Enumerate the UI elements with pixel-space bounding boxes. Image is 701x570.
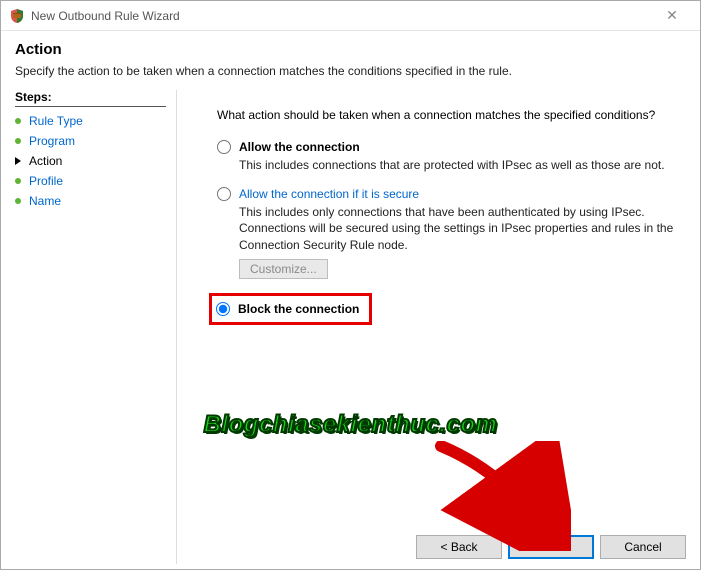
step-program[interactable]: Program [15, 131, 166, 151]
step-label: Rule Type [29, 114, 83, 128]
close-icon[interactable]: ✕ [652, 7, 692, 24]
customize-button: Customize... [239, 259, 328, 279]
back-button[interactable]: < Back [416, 535, 502, 559]
radio-allow[interactable] [217, 140, 231, 154]
step-action[interactable]: Action [15, 151, 166, 171]
option-allow-secure: Allow the connection if it is secure Thi… [217, 187, 680, 279]
option-block-label: Block the connection [238, 302, 359, 316]
wizard-footer: < Back Next > Cancel [416, 535, 686, 559]
highlight-box: Block the connection [209, 293, 372, 325]
main-panel: What action should be taken when a conne… [177, 90, 700, 564]
cancel-button[interactable]: Cancel [600, 535, 686, 559]
steps-sidebar: Steps: Rule Type Program Action Profile … [1, 90, 176, 564]
radio-allow-secure[interactable] [217, 187, 231, 201]
wizard-header: Action Specify the action to be taken wh… [1, 31, 700, 90]
steps-heading: Steps: [15, 90, 166, 107]
step-profile[interactable]: Profile [15, 171, 166, 191]
option-allow-desc: This includes connections that are prote… [239, 157, 680, 173]
step-label: Action [29, 154, 62, 168]
step-label: Profile [29, 174, 63, 188]
step-label: Name [29, 194, 61, 208]
option-block: Block the connection [217, 293, 680, 325]
page-subtitle: Specify the action to be taken when a co… [15, 64, 686, 78]
firewall-shield-icon [9, 8, 25, 24]
radio-block[interactable] [216, 302, 230, 316]
option-allow-secure-row[interactable]: Allow the connection if it is secure [217, 187, 680, 201]
option-allow-secure-desc: This includes only connections that have… [239, 204, 680, 253]
option-block-row[interactable]: Block the connection [216, 302, 359, 316]
option-allow-row[interactable]: Allow the connection [217, 140, 680, 154]
step-label: Program [29, 134, 75, 148]
step-rule-type[interactable]: Rule Type [15, 111, 166, 131]
option-allow-label: Allow the connection [239, 140, 360, 154]
option-allow: Allow the connection This includes conne… [217, 140, 680, 173]
next-button[interactable]: Next > [508, 535, 594, 559]
option-allow-secure-label: Allow the connection if it is secure [239, 187, 419, 201]
page-title: Action [15, 41, 686, 58]
step-name[interactable]: Name [15, 191, 166, 211]
action-prompt: What action should be taken when a conne… [217, 108, 680, 122]
window-title: New Outbound Rule Wizard [31, 9, 652, 23]
titlebar: New Outbound Rule Wizard ✕ [1, 1, 700, 31]
